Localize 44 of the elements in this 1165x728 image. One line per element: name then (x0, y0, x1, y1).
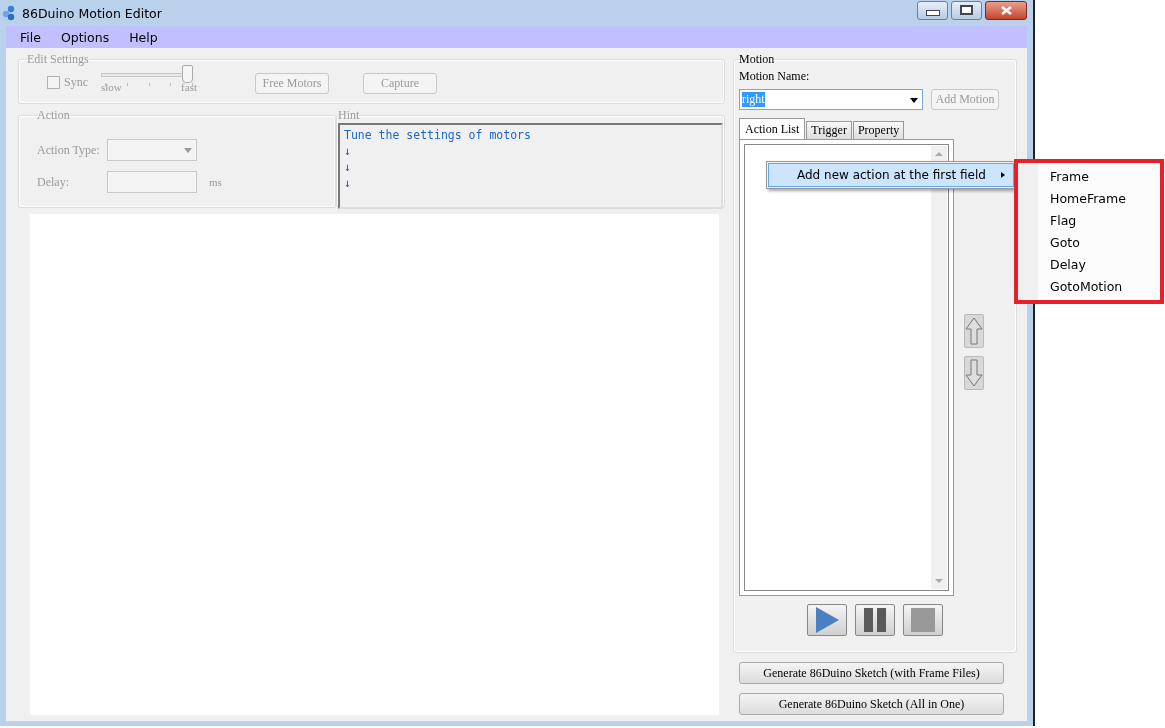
menu-item[interactable]: File (12, 29, 49, 45)
menu-item[interactable]: Help (121, 29, 166, 45)
field-label: Action Type: (37, 142, 101, 158)
tab[interactable]: Trigger (806, 121, 852, 139)
group-title: Motion (739, 52, 775, 67)
unit-label: ms (209, 176, 222, 188)
group-title: Hint (338, 108, 360, 123)
submenu-item[interactable]: Goto (1018, 232, 1160, 254)
submenu-item[interactable]: Frame (1018, 166, 1160, 188)
slider-max-label: fast (181, 81, 197, 93)
delay-input-field[interactable] (107, 171, 197, 193)
submenu-item[interactable]: Flag (1018, 210, 1160, 232)
hint-line: ↓ (344, 175, 352, 191)
submenu-item[interactable]: HomeFrame (1018, 188, 1160, 210)
group-title: Action (37, 108, 70, 123)
submenu-item[interactable]: GotoMotion (1018, 276, 1160, 298)
pause-button[interactable] (855, 604, 895, 636)
field-label: Motion Name: (739, 69, 811, 84)
move-down-button[interactable] (964, 356, 984, 390)
hint-line: ↓ (344, 143, 352, 159)
tab[interactable]: Property (852, 121, 905, 139)
tab[interactable]: Action List (739, 118, 806, 139)
molecule-icon (2, 5, 16, 21)
move-up-button[interactable] (964, 314, 984, 348)
menu-item[interactable]: Options (52, 29, 118, 45)
submenu-arrow-icon (1001, 172, 1005, 178)
submenu-item[interactable]: Delay (1018, 254, 1160, 276)
generate-sketch-button[interactable]: Generate 86Duino Sketch (with Frame Files) (739, 662, 1004, 684)
hint-line: ↓ (344, 159, 352, 175)
maximize-button[interactable] (951, 0, 982, 20)
context-menu-item[interactable]: Add new action at the first field (768, 163, 1014, 187)
play-button[interactable] (807, 604, 847, 636)
group-title: Edit Settings (27, 52, 89, 67)
checkbox-label: Sync (64, 75, 88, 90)
close-button[interactable] (985, 0, 1027, 20)
slider-min-label: slow (101, 81, 122, 93)
window-title: 86Duino Motion Editor (22, 5, 162, 21)
field-label: Delay: (37, 174, 70, 190)
close-icon (1000, 5, 1012, 15)
action-type-dropdown[interactable] (107, 139, 197, 161)
hint-line: Tune the settings of motors (344, 127, 532, 143)
generate-sketch-button[interactable]: Generate 86Duino Sketch (All in One) (739, 693, 1004, 715)
stop-button[interactable] (903, 604, 943, 636)
minimize-button[interactable] (917, 0, 948, 20)
